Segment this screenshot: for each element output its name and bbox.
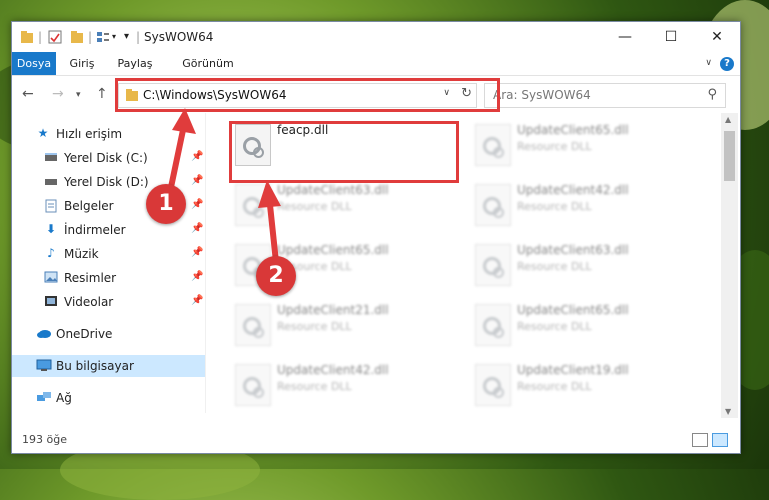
arrow-1-head — [172, 108, 196, 134]
arrow-2-head — [258, 180, 281, 208]
step-2-badge: 2 — [256, 256, 296, 296]
annotation-arrows — [167, 108, 281, 263]
arrow-2-line — [267, 204, 279, 263]
arrow-1-line — [167, 129, 186, 193]
step-1-badge: 1 — [146, 184, 186, 224]
